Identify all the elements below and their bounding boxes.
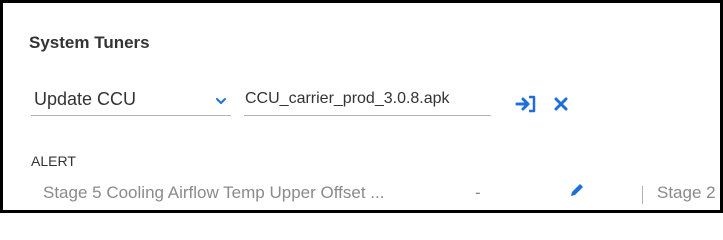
update-type-selected-value: Update CCU — [34, 89, 137, 109]
alert-section-label: ALERT — [31, 153, 76, 169]
sign-in-icon[interactable] — [515, 95, 537, 113]
chevron-down-icon — [216, 98, 226, 104]
pencil-icon[interactable] — [569, 182, 585, 198]
column-divider — [642, 186, 643, 204]
panel-title: System Tuners — [29, 33, 150, 52]
apk-file-field[interactable]: CCU_carrier_prod_3.0.8.apk — [244, 87, 491, 116]
update-type-select[interactable]: Update CCU — [31, 87, 231, 116]
tuner-value: - — [475, 183, 481, 202]
next-tuner-name: Stage 2 — [657, 183, 716, 202]
tuner-name: Stage 5 Cooling Airflow Temp Upper Offse… — [43, 183, 385, 202]
apk-file-name: CCU_carrier_prod_3.0.8.apk — [245, 90, 450, 107]
close-icon[interactable] — [554, 97, 568, 111]
system-tuners-panel: System Tuners Update CCU CCU_carrier_pro… — [0, 0, 723, 213]
